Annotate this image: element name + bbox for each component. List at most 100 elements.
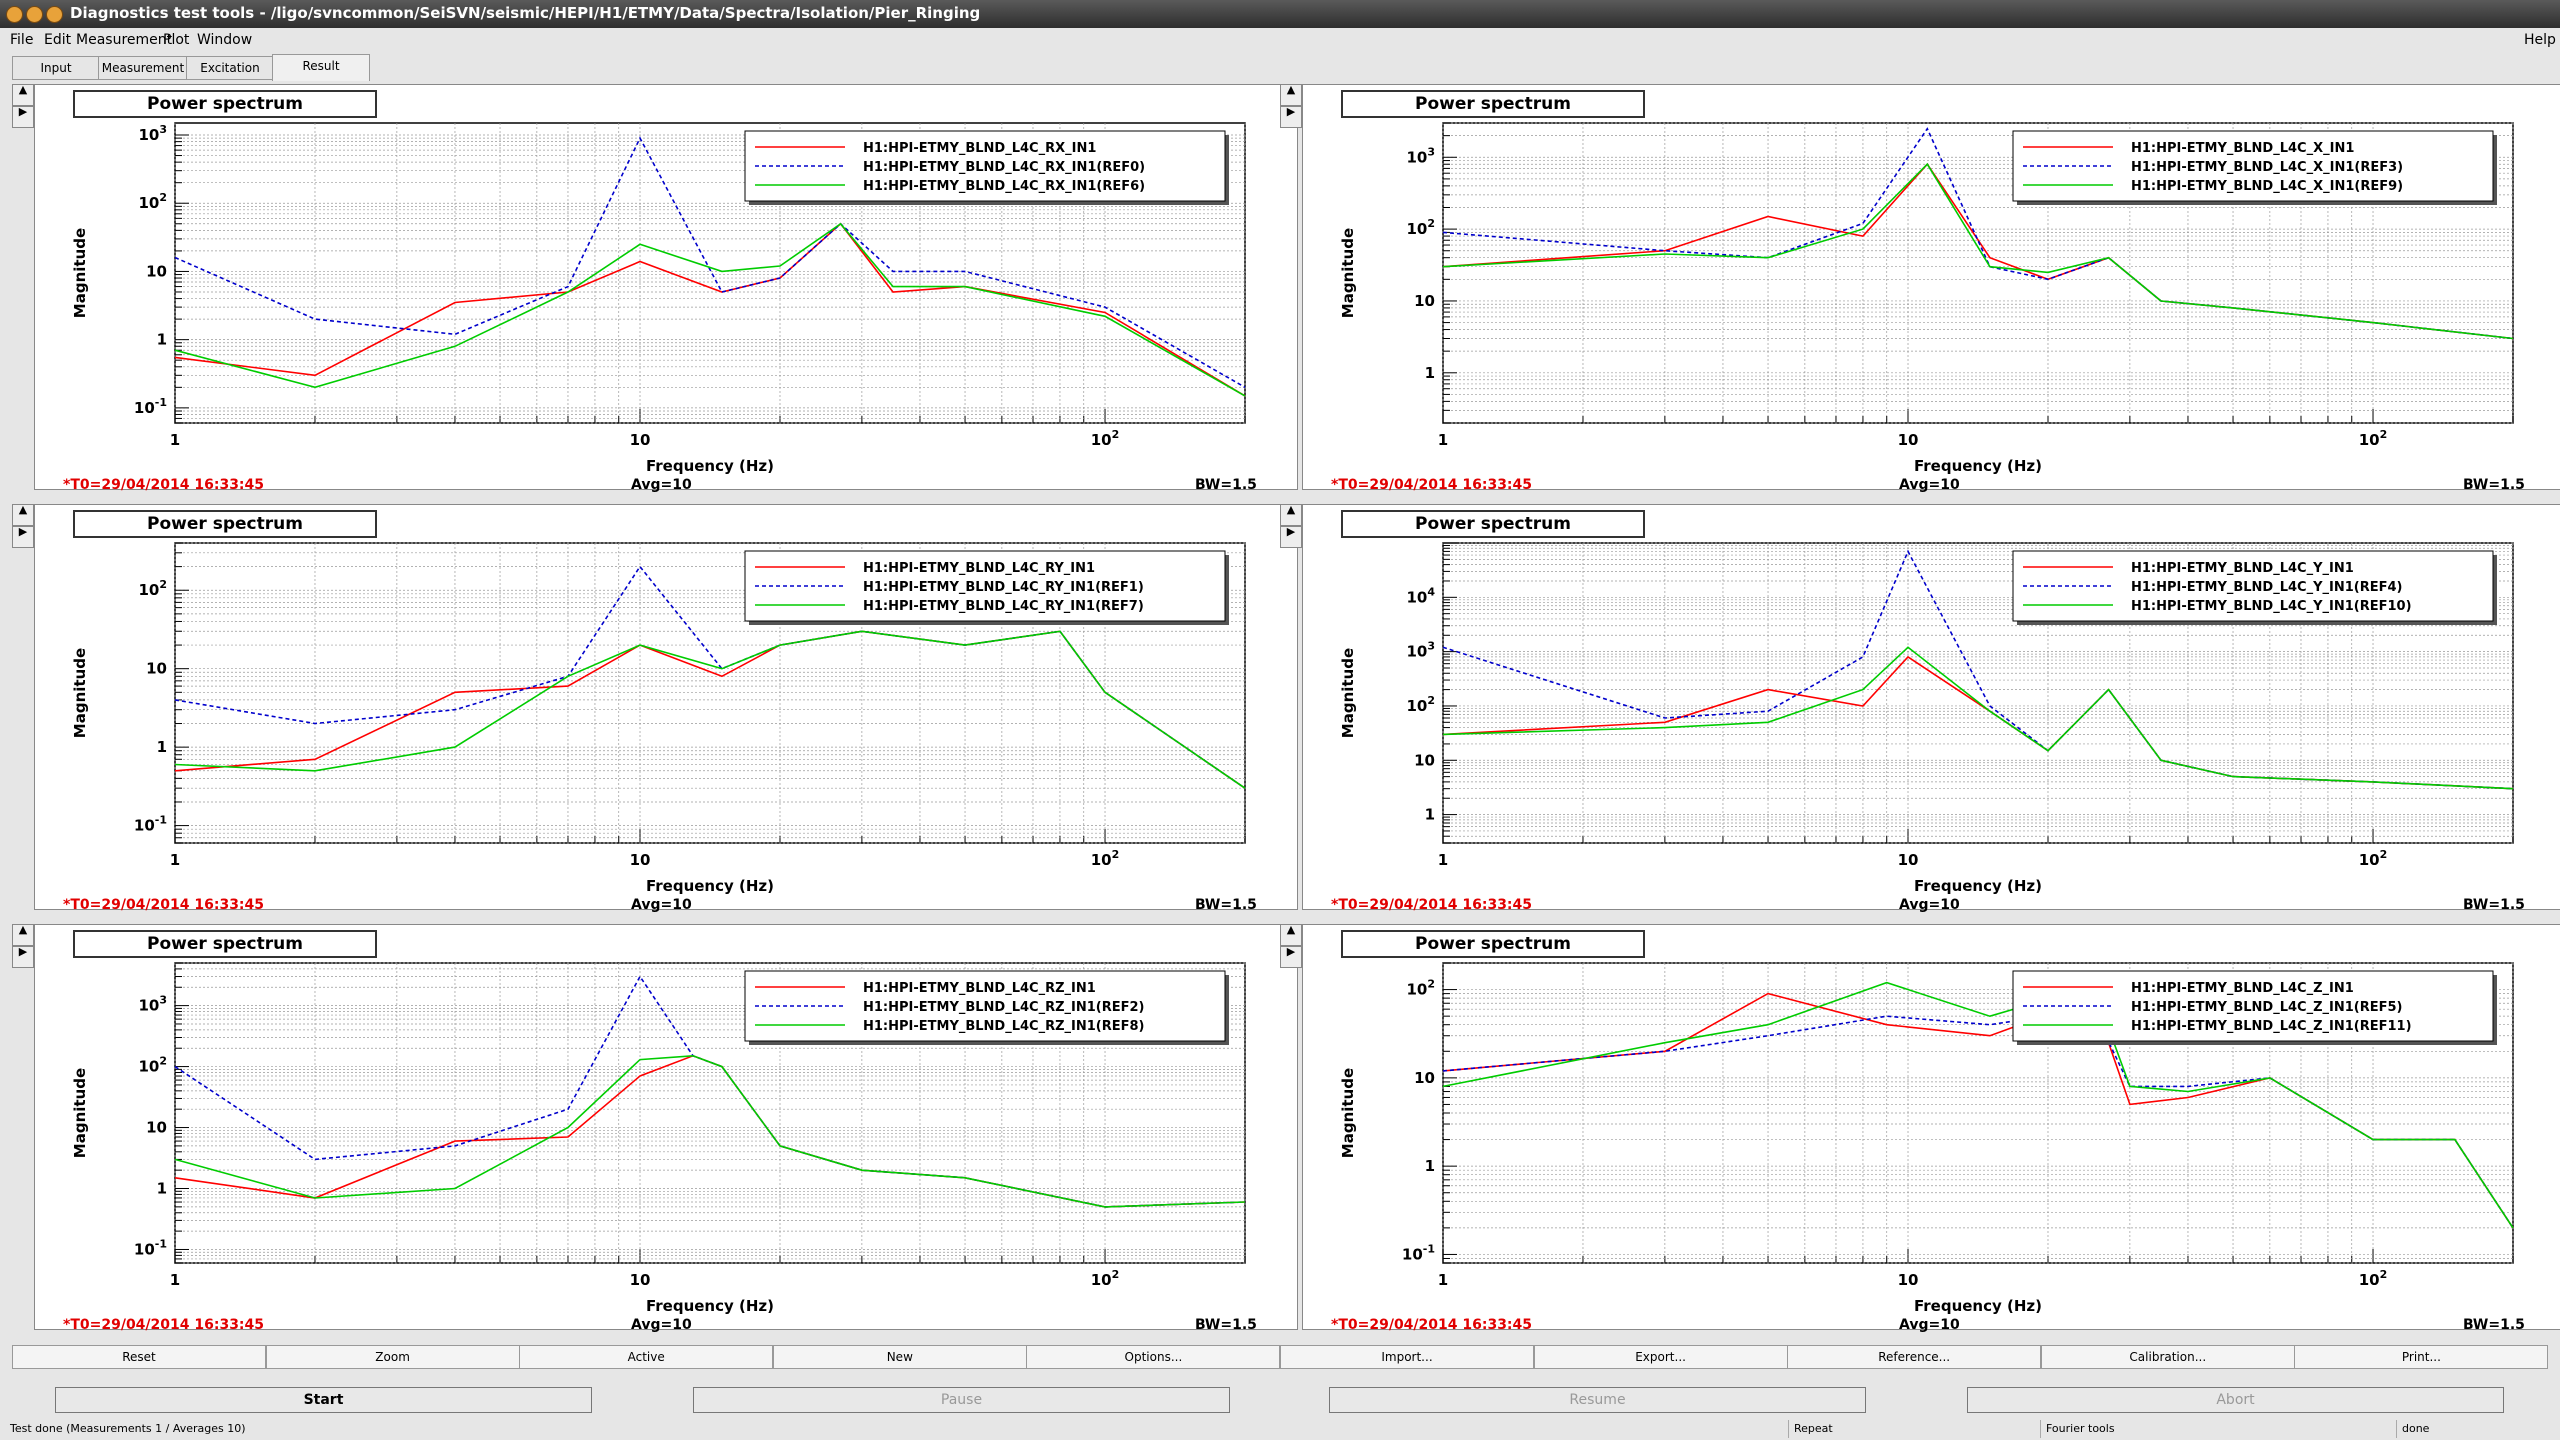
y-tick-label: 1 (1425, 806, 1435, 824)
y-tick-label: 1 (157, 738, 167, 756)
y-tick-label: 102 (1406, 694, 1435, 715)
resume-button[interactable]: Resume (1329, 1387, 1866, 1413)
x-tick-label: 10 (1898, 851, 1919, 869)
start-button[interactable]: Start (55, 1387, 592, 1413)
status-message: Test done (Measurements 1 / Averages 10) (10, 1422, 246, 1435)
plot-panel-4[interactable]: Power spectrum *T0=29/04/2014 16:33:45 Avg… (1302, 504, 2560, 913)
action-zoom-button[interactable]: Zoom (265, 1345, 520, 1369)
tab-excitation[interactable]: Excitation (186, 56, 274, 80)
plot-panel-6[interactable]: Power spectrum *T0=29/04/2014 16:33:45 Avg… (1302, 924, 2560, 1333)
tab-result[interactable]: Result (272, 54, 370, 81)
y-axis-label: Magnitude (71, 1068, 89, 1158)
y-tick-label: 1 (157, 331, 167, 349)
y-tick-label: 102 (138, 578, 167, 599)
x-tick-label: 10 (630, 851, 651, 869)
tab-measurement[interactable]: Measurement (98, 56, 188, 80)
action-reference-button[interactable]: Reference... (1787, 1345, 2042, 1369)
y-tick-label: 10 (146, 1119, 167, 1137)
status-state: done (2402, 1422, 2430, 1435)
menu-window[interactable]: Window (197, 32, 252, 48)
y-tick-label: 102 (138, 191, 167, 212)
x-axis-label: Frequency (Hz) (646, 1297, 774, 1315)
action-export-button[interactable]: Export... (1533, 1345, 1788, 1369)
legend-entry: H1:HPI-ETMY_BLND_L4C_RX_IN1 (863, 141, 1096, 156)
y-tick-label: 102 (1406, 978, 1435, 999)
menu-plot[interactable]: Plot (163, 32, 189, 48)
panel-expand-button[interactable]: ▶ (1280, 946, 1302, 968)
x-axis-label: Frequency (Hz) (1914, 1297, 2042, 1315)
spectrum-plot[interactable]: 1 10 10210-1110102103Frequency (Hz)Magnitu… (35, 85, 1297, 489)
y-tick-label: 10-1 (134, 1237, 167, 1258)
y-tick-label: 10 (146, 660, 167, 678)
legend-entry: H1:HPI-ETMY_BLND_L4C_RY_IN1(REF1) (863, 580, 1144, 595)
y-axis-label: Magnitude (1339, 648, 1357, 738)
action-bar: Reset Zoom Active New Options... Import... Exp… (12, 1345, 2549, 1369)
action-active-button[interactable]: Active (519, 1345, 774, 1369)
legend-entry: H1:HPI-ETMY_BLND_L4C_Z_IN1(REF11) (2131, 1019, 2412, 1034)
plot-panel-1[interactable]: Power spectrum *T0=29/04/2014 16:33:45 Avg… (34, 84, 1298, 493)
legend-entry: H1:HPI-ETMY_BLND_L4C_Y_IN1(REF10) (2131, 599, 2412, 614)
y-axis-label: Magnitude (1339, 1068, 1357, 1158)
y-tick-label: 1 (1425, 364, 1435, 382)
spectrum-plot[interactable]: 1 10 10210-1110102Frequency (Hz)MagnitudeH… (1303, 925, 2560, 1329)
abort-button[interactable]: Abort (1967, 1387, 2504, 1413)
spectrum-plot[interactable]: 1 10 10210-1110102Frequency (Hz)MagnitudeH… (35, 505, 1297, 909)
spectrum-plot[interactable]: 1 10 10210-1110102103Frequency (Hz)Magnitu… (35, 925, 1297, 1329)
action-print-button[interactable]: Print... (2294, 1345, 2549, 1369)
x-axis-label: Frequency (Hz) (646, 457, 774, 475)
panel-collapse-button[interactable]: ▲ (12, 924, 34, 946)
action-calibration-button[interactable]: Calibration... (2040, 1345, 2295, 1369)
panel-collapse-button[interactable]: ▲ (1280, 924, 1302, 946)
legend-entry: H1:HPI-ETMY_BLND_L4C_RX_IN1(REF0) (863, 160, 1145, 175)
y-tick-label: 10-1 (134, 396, 167, 417)
menu-bar: File Edit Measurement Plot Window Help (0, 28, 2560, 52)
plot-panel-3[interactable]: Power spectrum *T0=29/04/2014 16:33:45 Avg… (34, 504, 1298, 913)
legend-entry: H1:HPI-ETMY_BLND_L4C_RY_IN1(REF7) (863, 599, 1144, 614)
action-import-button[interactable]: Import... (1280, 1345, 1534, 1369)
legend-entry: H1:HPI-ETMY_BLND_L4C_Y_IN1(REF4) (2131, 580, 2402, 595)
tab-input[interactable]: Input (12, 56, 100, 80)
legend-entry: H1:HPI-ETMY_BLND_L4C_Z_IN1 (2131, 981, 2354, 996)
pause-button[interactable]: Pause (693, 1387, 1230, 1413)
tab-bar: Input Measurement Excitation Result (0, 54, 2560, 81)
x-tick-label: 10 (1898, 1271, 1919, 1289)
legend-entry: H1:HPI-ETMY_BLND_L4C_X_IN1(REF3) (2131, 160, 2403, 175)
x-axis-label: Frequency (Hz) (646, 877, 774, 895)
panel-expand-button[interactable]: ▶ (12, 946, 34, 968)
x-tick-label: 102 (1091, 428, 1120, 449)
legend-entry: H1:HPI-ETMY_BLND_L4C_RY_IN1 (863, 561, 1095, 576)
spectrum-plot[interactable]: 1 10 102 1 10 102 103 Frequency (Hz) Magnitude H1… (1303, 85, 2560, 489)
plot-panel-5[interactable]: Power spectrum *T0=29/04/2014 16:33:45 Avg… (34, 924, 1298, 1333)
panel-collapse-button[interactable]: ▲ (12, 504, 34, 526)
action-reset-button[interactable]: Reset (12, 1345, 266, 1369)
x-tick-label: 102 (1091, 1268, 1120, 1289)
y-tick-label: 103 (1406, 145, 1435, 166)
panel-expand-button[interactable]: ▶ (1280, 106, 1302, 128)
menu-help[interactable]: Help (2524, 32, 2556, 48)
x-tick-label: 1 (170, 431, 180, 449)
x-tick-label: 1 (1438, 1271, 1448, 1289)
panel-expand-button[interactable]: ▶ (12, 526, 34, 548)
menu-measurement[interactable]: Measurement (76, 32, 172, 48)
y-tick-label: 1 (157, 1180, 167, 1198)
plot-panel-2[interactable]: Power spectrum *T0=29/04/2014 16:33:45 Avg… (1302, 84, 2560, 493)
legend-entry: H1:HPI-ETMY_BLND_L4C_X_IN1(REF9) (2131, 179, 2403, 194)
close-icon[interactable] (6, 6, 23, 23)
action-new-button[interactable]: New (772, 1345, 1027, 1369)
panel-expand-button[interactable]: ▶ (12, 106, 34, 128)
menu-edit[interactable]: Edit (44, 32, 71, 48)
legend-entry: H1:HPI-ETMY_BLND_L4C_RX_IN1(REF6) (863, 179, 1145, 194)
spectrum-plot[interactable]: 1 10 102 1 10 102 103 104 Frequency (Hz) Magnitud… (1303, 505, 2560, 909)
panel-collapse-button[interactable]: ▲ (12, 84, 34, 106)
panel-expand-button[interactable]: ▶ (1280, 526, 1302, 548)
action-options-button[interactable]: Options... (1026, 1345, 1281, 1369)
minimize-icon[interactable] (26, 6, 43, 23)
x-tick-label: 10 (630, 1271, 651, 1289)
panel-collapse-button[interactable]: ▲ (1280, 504, 1302, 526)
x-tick-label: 102 (2359, 428, 2388, 449)
window-title: Diagnostics test tools - /ligo/svncommon… (70, 4, 981, 22)
maximize-icon[interactable] (46, 6, 63, 23)
menu-file[interactable]: File (10, 32, 33, 48)
legend-entry: H1:HPI-ETMY_BLND_L4C_Z_IN1(REF5) (2131, 1000, 2402, 1015)
panel-collapse-button[interactable]: ▲ (1280, 84, 1302, 106)
